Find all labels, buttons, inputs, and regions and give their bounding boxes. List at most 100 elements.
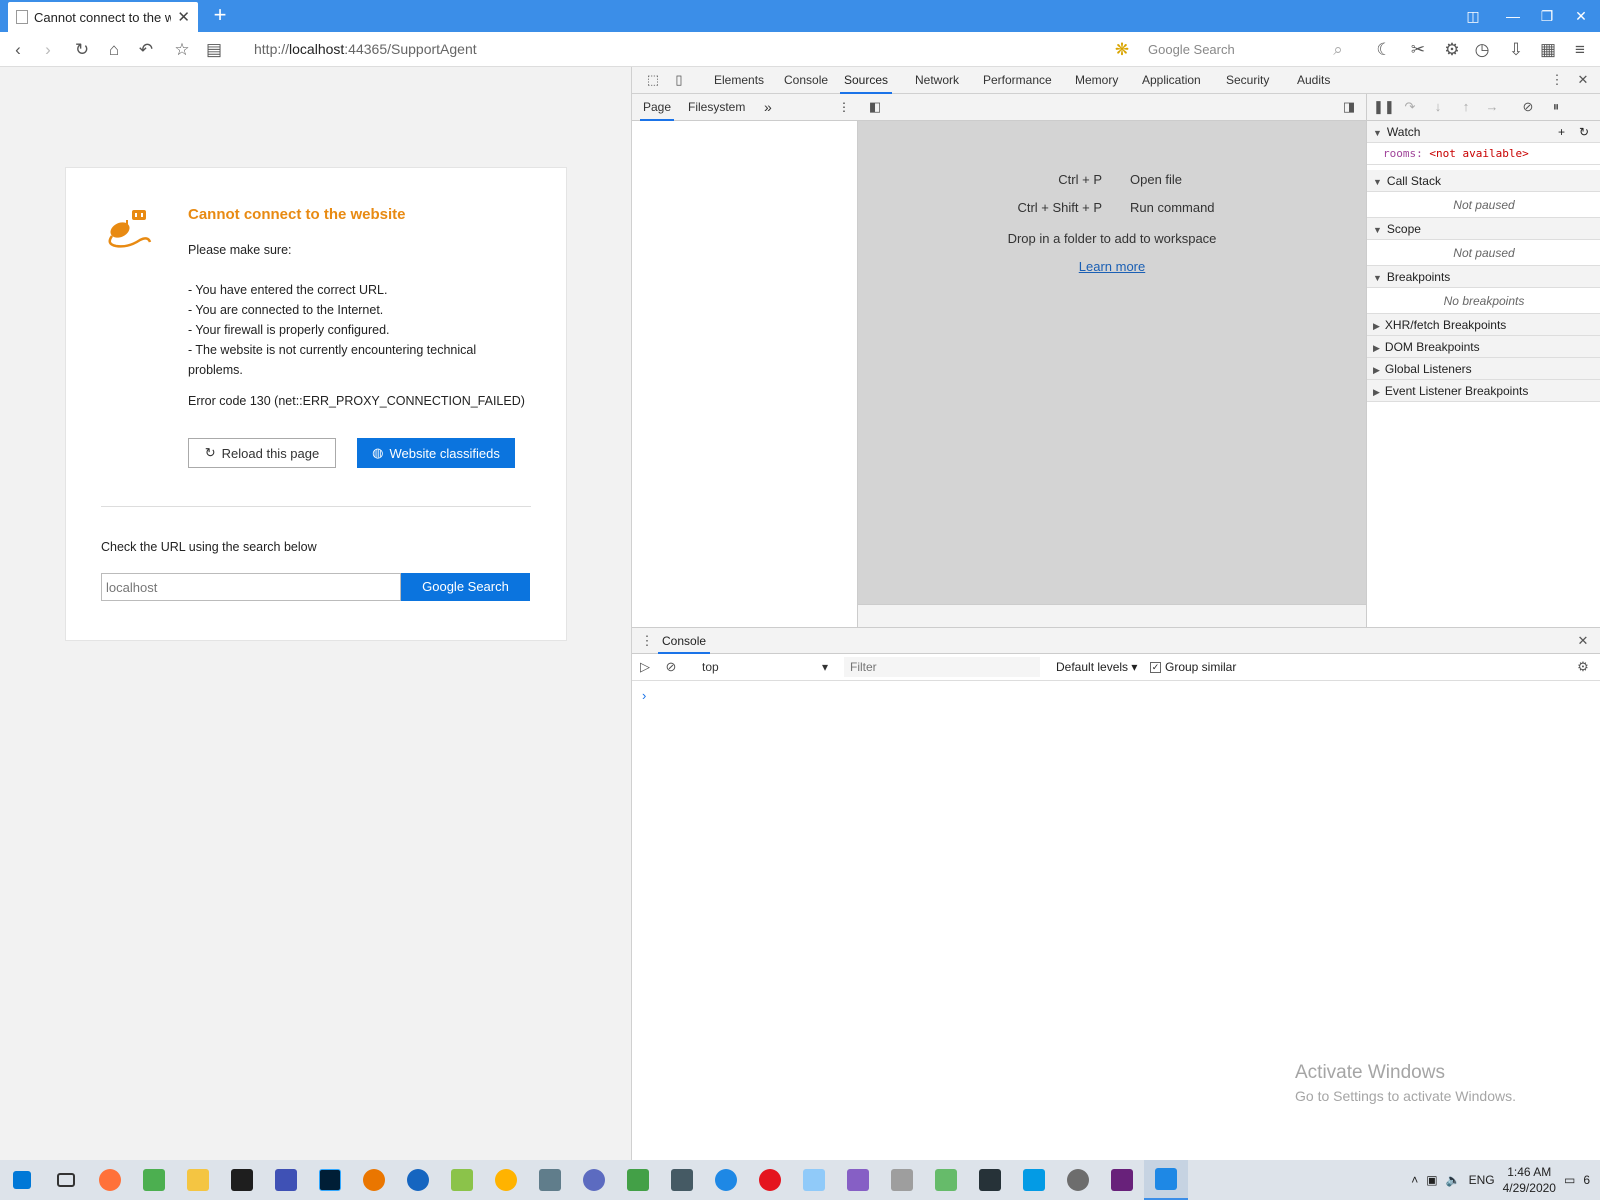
- google-search-button[interactable]: Google Search: [401, 573, 530, 601]
- tab-audits[interactable]: Audits: [1297, 67, 1330, 94]
- console-prompt-icon[interactable]: ›: [642, 688, 646, 703]
- add-watch-icon[interactable]: +: [1558, 121, 1565, 143]
- screenshot-icon[interactable]: ✂: [1406, 38, 1430, 62]
- sidebar-toggle-icon[interactable]: ◫: [1462, 6, 1484, 26]
- file-explorer-icon[interactable]: [176, 1160, 220, 1200]
- terminal-icon[interactable]: [220, 1160, 264, 1200]
- volume-icon[interactable]: 🔈: [1446, 1173, 1461, 1187]
- watch-section-header[interactable]: ▼ Watch + ↻: [1367, 121, 1600, 143]
- navigator-menu-icon[interactable]: ⋮: [838, 94, 850, 121]
- group-similar-toggle[interactable]: ✓ Group similar: [1150, 657, 1236, 677]
- download-icon[interactable]: ⇩: [1504, 38, 1528, 62]
- tools-icon[interactable]: ⚙: [1440, 38, 1464, 62]
- night-mode-icon[interactable]: ☾: [1372, 38, 1396, 62]
- app-icon[interactable]: [528, 1160, 572, 1200]
- close-devtools-icon[interactable]: ✕: [1574, 71, 1592, 89]
- photoshop-icon[interactable]: [308, 1160, 352, 1200]
- tab-memory[interactable]: Memory: [1075, 67, 1118, 94]
- app-icon[interactable]: [924, 1160, 968, 1200]
- console-settings-icon[interactable]: ⚙: [1574, 658, 1592, 676]
- inspect-element-icon[interactable]: ⬚: [644, 71, 662, 89]
- start-icon[interactable]: [0, 1160, 44, 1200]
- step-icon[interactable]: →: [1483, 98, 1501, 116]
- app-icon[interactable]: [616, 1160, 660, 1200]
- task-view-icon[interactable]: [44, 1160, 88, 1200]
- app-icon[interactable]: [484, 1160, 528, 1200]
- favorite-star-icon[interactable]: ☆: [170, 38, 194, 62]
- log-levels-dropdown[interactable]: Default levels ▾: [1056, 657, 1137, 677]
- reload-page-button[interactable]: ↻ Reload this page: [188, 438, 336, 468]
- visual-studio-icon[interactable]: [1100, 1160, 1144, 1200]
- tab-filesystem[interactable]: Filesystem: [688, 94, 745, 121]
- reader-icon[interactable]: ▤: [202, 38, 226, 62]
- more-options-icon[interactable]: ⋮: [1548, 71, 1566, 89]
- device-toolbar-icon[interactable]: ▯: [670, 71, 688, 89]
- close-tab-icon[interactable]: ✕: [177, 10, 190, 25]
- restore-icon[interactable]: ❐: [1536, 6, 1558, 26]
- app-icon[interactable]: [440, 1160, 484, 1200]
- website-classifieds-button[interactable]: ◍ Website classifieds: [357, 438, 515, 468]
- call-stack-header[interactable]: ▼ Call Stack: [1367, 170, 1600, 192]
- search-icon[interactable]: ⌕: [1326, 38, 1350, 62]
- event-listener-breakpoints-header[interactable]: ▶ Event Listener Breakpoints: [1367, 380, 1600, 402]
- opera-icon[interactable]: [748, 1160, 792, 1200]
- forward-icon[interactable]: ›: [36, 38, 60, 62]
- dom-breakpoints-header[interactable]: ▶ DOM Breakpoints: [1367, 336, 1600, 358]
- notification-icon[interactable]: ▭: [1564, 1173, 1575, 1187]
- checkbox-checked-icon[interactable]: ✓: [1150, 661, 1161, 673]
- pause-icon[interactable]: ❚❚: [1373, 98, 1395, 116]
- visual-studio-icon[interactable]: [836, 1160, 880, 1200]
- back-icon[interactable]: ‹: [6, 38, 30, 62]
- step-out-icon[interactable]: ↑: [1457, 98, 1475, 116]
- firefox-icon[interactable]: [88, 1160, 132, 1200]
- drawer-tab-console[interactable]: Console: [658, 628, 711, 654]
- tab-performance[interactable]: Performance: [983, 67, 1052, 94]
- address-field[interactable]: http://localhost:44365/SupportAgent: [254, 41, 477, 57]
- console-sidebar-icon[interactable]: ▷: [636, 658, 654, 676]
- step-over-icon[interactable]: ↷: [1401, 98, 1419, 116]
- tab-elements[interactable]: Elements: [714, 67, 764, 94]
- toggle-navigator-icon[interactable]: ◧: [866, 98, 884, 116]
- clock[interactable]: 1:46 AM 4/29/2020: [1503, 1164, 1556, 1196]
- app-icon[interactable]: [1056, 1160, 1100, 1200]
- url-search-input[interactable]: [101, 573, 401, 601]
- step-into-icon[interactable]: ↓: [1429, 98, 1447, 116]
- browser-app-icon[interactable]: [1144, 1160, 1188, 1200]
- new-tab-button[interactable]: +: [208, 4, 232, 28]
- undo-icon[interactable]: ↶: [134, 38, 158, 62]
- close-window-icon[interactable]: ✕: [1570, 6, 1592, 26]
- breakpoints-header[interactable]: ▼ Breakpoints: [1367, 266, 1600, 288]
- refresh-watch-icon[interactable]: ↻: [1579, 121, 1589, 143]
- close-drawer-icon[interactable]: ✕: [1574, 632, 1592, 650]
- extension-icon[interactable]: ❋: [1110, 38, 1134, 62]
- tab-console[interactable]: Console: [784, 67, 828, 94]
- apps-icon[interactable]: ▦: [1536, 38, 1560, 62]
- xhr-breakpoints-header[interactable]: ▶ XHR/fetch Breakpoints: [1367, 314, 1600, 336]
- context-selector[interactable]: top ▾: [698, 657, 834, 677]
- tab-application[interactable]: Application: [1142, 67, 1201, 94]
- app-icon[interactable]: [132, 1160, 176, 1200]
- app-icon[interactable]: [396, 1160, 440, 1200]
- app-icon[interactable]: [792, 1160, 836, 1200]
- search-box[interactable]: Google Search: [1148, 37, 1348, 61]
- history-icon[interactable]: ◷: [1470, 38, 1494, 62]
- scope-header[interactable]: ▼ Scope: [1367, 218, 1600, 240]
- tab-page[interactable]: Page: [640, 94, 675, 121]
- learn-more-link[interactable]: Learn more: [858, 259, 1366, 274]
- more-tabs-icon[interactable]: »: [764, 94, 772, 121]
- watch-expression[interactable]: rooms: <not available>: [1367, 143, 1600, 165]
- deactivate-breakpoints-icon[interactable]: ⊘: [1519, 98, 1537, 116]
- console-filter-input[interactable]: [844, 657, 1040, 677]
- reload-icon[interactable]: ↻: [70, 38, 94, 62]
- blender-icon[interactable]: [352, 1160, 396, 1200]
- app-icon[interactable]: [968, 1160, 1012, 1200]
- app-icon[interactable]: [880, 1160, 924, 1200]
- app-icon[interactable]: [704, 1160, 748, 1200]
- tab-sources[interactable]: Sources: [840, 67, 893, 94]
- global-listeners-header[interactable]: ▶ Global Listeners: [1367, 358, 1600, 380]
- clear-console-icon[interactable]: ⊘: [662, 658, 680, 676]
- menu-icon[interactable]: ≡: [1568, 38, 1592, 62]
- language-indicator[interactable]: ENG: [1469, 1173, 1495, 1187]
- app-icon[interactable]: [572, 1160, 616, 1200]
- minimize-icon[interactable]: —: [1502, 6, 1524, 26]
